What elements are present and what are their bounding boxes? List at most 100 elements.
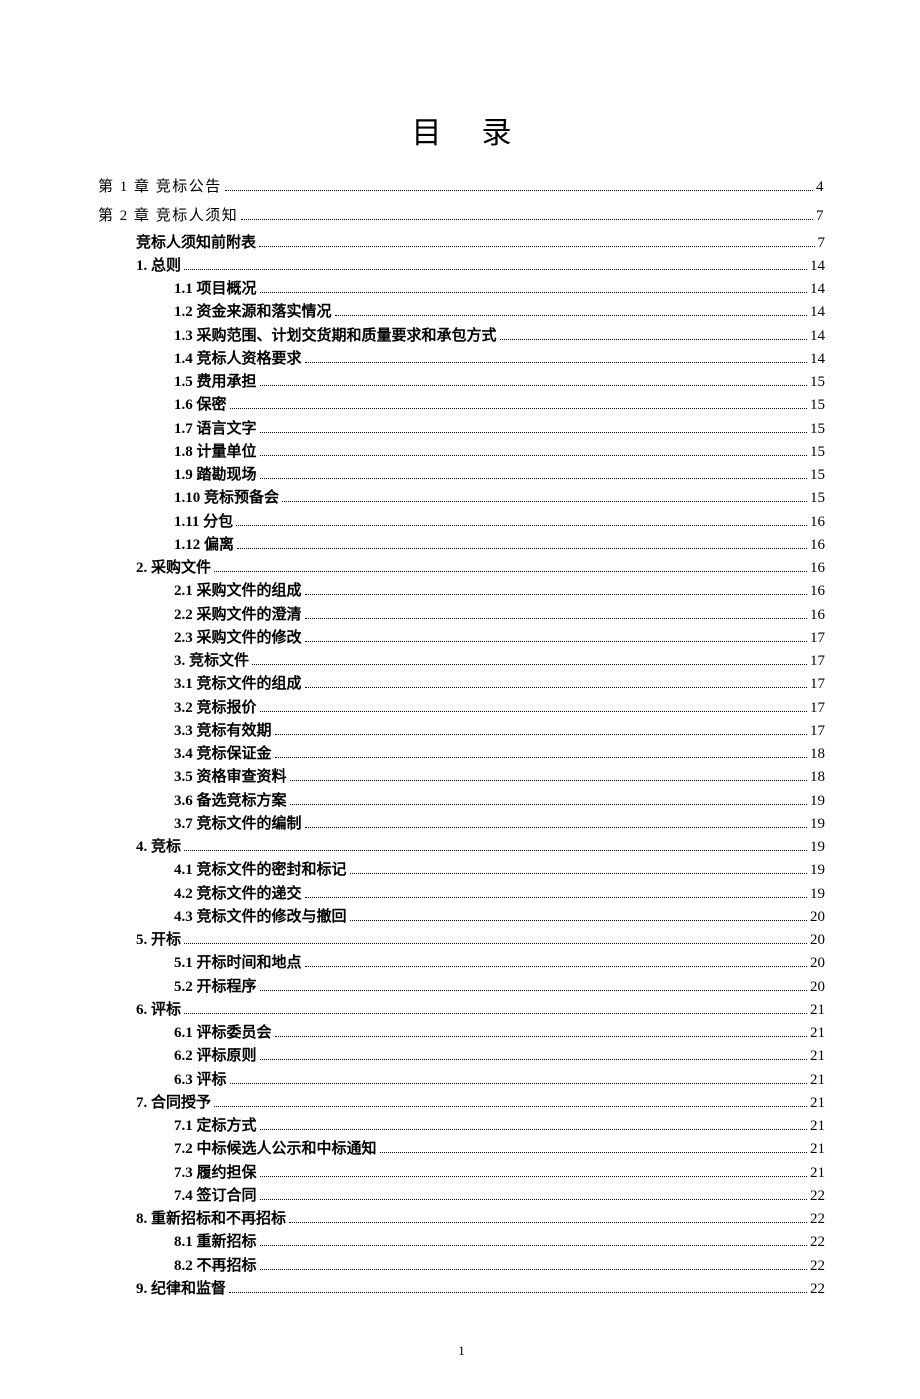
toc-leader	[380, 1152, 807, 1153]
toc-entry-label: 1.7 语言文字	[174, 418, 257, 441]
toc-entry[interactable]: 1.3 采购范围、计划交货期和质量要求和承包方式14	[98, 325, 825, 348]
toc-entry-label: 1.11 分包	[174, 511, 233, 534]
toc-entry-page: 15	[810, 464, 825, 487]
toc-entry-label: 4.1 竞标文件的密封和标记	[174, 859, 347, 882]
toc-entry-page: 21	[810, 1162, 825, 1185]
toc-entry[interactable]: 4.3 竞标文件的修改与撤回20	[98, 906, 825, 929]
toc-entry-label: 1.10 竞标预备会	[174, 487, 279, 510]
toc-entry-page: 21	[810, 1092, 825, 1115]
toc-leader	[260, 990, 807, 991]
toc-entry[interactable]: 7.2 中标候选人公示和中标通知21	[98, 1138, 825, 1161]
toc-entry[interactable]: 2.1 采购文件的组成16	[98, 580, 825, 603]
toc-entry[interactable]: 1.1 项目概况14	[98, 278, 825, 301]
toc-entry-page: 20	[810, 906, 825, 929]
toc-entry[interactable]: 8. 重新招标和不再招标22	[98, 1208, 825, 1231]
toc-entry[interactable]: 1.12 偏离16	[98, 534, 825, 557]
toc-entry[interactable]: 5.2 开标程序20	[98, 976, 825, 999]
toc-leader	[260, 1199, 807, 1200]
toc-entry-page: 18	[810, 743, 825, 766]
toc-leader	[305, 618, 807, 619]
toc-entry[interactable]: 1.2 资金来源和落实情况14	[98, 301, 825, 324]
toc-entry[interactable]: 1.5 费用承担15	[98, 371, 825, 394]
toc-entry[interactable]: 3.3 竞标有效期17	[98, 720, 825, 743]
toc-entry[interactable]: 1.8 计量单位15	[98, 441, 825, 464]
toc-entry[interactable]: 3.1 竞标文件的组成17	[98, 673, 825, 696]
toc-leader	[230, 1083, 807, 1084]
toc-entry[interactable]: 2. 采购文件16	[98, 557, 825, 580]
toc-entry[interactable]: 竞标人须知前附表7	[98, 232, 825, 255]
toc-entry-page: 18	[810, 766, 825, 789]
toc-leader	[305, 641, 807, 642]
toc-entry-page: 22	[810, 1185, 825, 1208]
toc-entry[interactable]: 1.4 竞标人资格要求14	[98, 348, 825, 371]
toc-entry-page: 21	[810, 1045, 825, 1068]
toc-leader	[350, 873, 807, 874]
toc-entry-page: 14	[810, 278, 825, 301]
toc-entry[interactable]: 9. 纪律和监督22	[98, 1278, 825, 1301]
toc-entry[interactable]: 1.6 保密15	[98, 394, 825, 417]
toc-entry-label: 8.1 重新招标	[174, 1231, 257, 1254]
toc-entry[interactable]: 6. 评标21	[98, 999, 825, 1022]
toc-entry-label: 1. 总则	[136, 255, 181, 278]
toc-entry[interactable]: 第 2 章 竞标人须知7	[98, 205, 825, 228]
toc-leader	[260, 478, 807, 479]
toc-entry[interactable]: 8.2 不再招标22	[98, 1255, 825, 1278]
toc-leader	[252, 664, 807, 665]
toc-entry[interactable]: 7. 合同授予21	[98, 1092, 825, 1115]
toc-entry[interactable]: 1. 总则14	[98, 255, 825, 278]
toc-entry[interactable]: 6.1 评标委员会21	[98, 1022, 825, 1045]
toc-entry[interactable]: 7.3 履约担保21	[98, 1162, 825, 1185]
toc-entry[interactable]: 7.4 签订合同22	[98, 1185, 825, 1208]
toc-entry-page: 20	[810, 929, 825, 952]
toc-leader	[500, 339, 807, 340]
toc-entry[interactable]: 6.3 评标21	[98, 1069, 825, 1092]
toc-entry-label: 1.12 偏离	[174, 534, 234, 557]
toc-leader	[260, 432, 807, 433]
toc-entry-label: 1.4 竞标人资格要求	[174, 348, 302, 371]
toc-entry-page: 20	[810, 976, 825, 999]
toc-entry[interactable]: 1.11 分包16	[98, 511, 825, 534]
toc-entry[interactable]: 3.7 竞标文件的编制19	[98, 813, 825, 836]
toc-leader	[260, 292, 807, 293]
toc-leader	[335, 315, 807, 316]
toc-entry-page: 19	[810, 836, 825, 859]
toc-entry[interactable]: 4.1 竞标文件的密封和标记19	[98, 859, 825, 882]
toc-entry-page: 17	[810, 720, 825, 743]
toc-entry-page: 16	[810, 557, 825, 580]
toc-entry[interactable]: 8.1 重新招标 22	[98, 1231, 825, 1254]
toc-entry[interactable]: 3.2 竞标报价17	[98, 697, 825, 720]
toc-entry-label: 9. 纪律和监督	[136, 1278, 226, 1301]
toc-entry[interactable]: 3.6 备选竞标方案19	[98, 790, 825, 813]
toc-entry[interactable]: 3.4 竞标保证金 18	[98, 743, 825, 766]
toc-leader	[305, 966, 807, 967]
toc-entry[interactable]: 1.10 竞标预备会15	[98, 487, 825, 510]
toc-entry-page: 17	[810, 697, 825, 720]
toc-entry-label: 1.9 踏勘现场	[174, 464, 257, 487]
toc-entry-label: 1.5 费用承担	[174, 371, 257, 394]
toc-entry-page: 7	[816, 205, 825, 228]
toc-entry-label: 3.4 竞标保证金	[174, 743, 272, 766]
toc-entry[interactable]: 3.5 资格审查资料 18	[98, 766, 825, 789]
toc-entry[interactable]: 1.9 踏勘现场 15	[98, 464, 825, 487]
toc-entry-label: 竞标人须知前附表	[136, 232, 256, 255]
toc-entry-page: 4	[816, 176, 825, 199]
toc-entry-label: 2.1 采购文件的组成	[174, 580, 302, 603]
toc-entry-page: 22	[810, 1231, 825, 1254]
toc-entry[interactable]: 4.2 竞标文件的递交19	[98, 883, 825, 906]
toc-entry[interactable]: 5. 开标20	[98, 929, 825, 952]
toc-leader	[260, 455, 807, 456]
toc-leader	[305, 362, 807, 363]
toc-entry[interactable]: 1.7 语言文字15	[98, 418, 825, 441]
toc-entry-label: 3.5 资格审查资料	[174, 766, 287, 789]
toc-entry-page: 17	[810, 627, 825, 650]
toc-entry[interactable]: 4. 竞标 19	[98, 836, 825, 859]
toc-entry-label: 4. 竞标	[136, 836, 181, 859]
toc-entry[interactable]: 2.2 采购文件的澄清16	[98, 604, 825, 627]
toc-container: 第 1 章 竞标公告4第 2 章 竞标人须知7竞标人须知前附表71. 总则141…	[98, 176, 825, 1301]
toc-entry[interactable]: 2.3 采购文件的修改17	[98, 627, 825, 650]
toc-entry[interactable]: 3. 竞标文件17	[98, 650, 825, 673]
toc-entry[interactable]: 6.2 评标原则21	[98, 1045, 825, 1068]
toc-entry[interactable]: 第 1 章 竞标公告4	[98, 176, 825, 199]
toc-entry[interactable]: 7.1 定标方式21	[98, 1115, 825, 1138]
toc-entry[interactable]: 5.1 开标时间和地点20	[98, 952, 825, 975]
